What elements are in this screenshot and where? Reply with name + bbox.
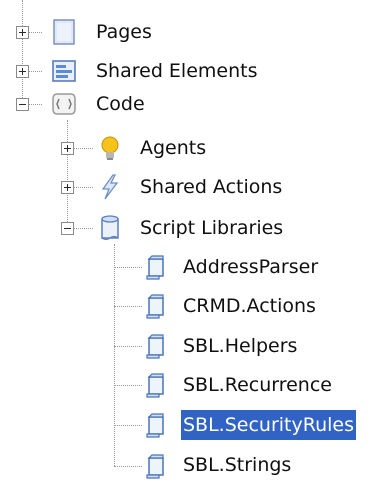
- script-icon: [146, 334, 164, 359]
- page-icon: [53, 19, 75, 45]
- tree-guide-line: [114, 425, 142, 426]
- tree-item-script[interactable]: SBL.Recurrence: [183, 370, 332, 400]
- tree-item-script-libraries[interactable]: Script Libraries: [140, 213, 283, 243]
- lightbulb-icon: [101, 136, 119, 160]
- tree-item-script[interactable]: SBL.Helpers: [183, 331, 297, 361]
- lightning-icon: [101, 174, 119, 200]
- tree-item-code[interactable]: Code: [96, 89, 145, 119]
- tree-guide-line: [114, 306, 142, 307]
- tree-guide-line: [114, 346, 142, 347]
- tree-item-agents[interactable]: Agents: [140, 133, 206, 163]
- tree-item-script[interactable]: SBL.Strings: [183, 450, 291, 480]
- script-icon: [146, 413, 164, 438]
- design-element-tree: Pages Shared Elements Code Agents Shared…: [0, 0, 390, 480]
- tree-item-shared-actions[interactable]: Shared Actions: [140, 172, 282, 202]
- tree-item-pages[interactable]: Pages: [96, 17, 152, 47]
- tree-item-script[interactable]: CRMD.Actions: [183, 291, 316, 321]
- script-icon: [146, 294, 164, 319]
- code-icon: [52, 93, 76, 115]
- tree-guide-line: [22, 0, 23, 104]
- collapse-code-toggle[interactable]: [16, 98, 29, 111]
- script-library-icon: [101, 215, 119, 241]
- script-icon: [146, 454, 164, 479]
- expand-shared-actions-toggle[interactable]: [61, 181, 74, 194]
- tree-item-shared-elements[interactable]: Shared Elements: [96, 56, 258, 86]
- tree-item-script-selected[interactable]: SBL.SecurityRules: [181, 410, 356, 440]
- tree-guide-line: [114, 267, 142, 268]
- tree-guide-line: [114, 466, 142, 467]
- collapse-script-libraries-toggle[interactable]: [61, 222, 74, 235]
- tree-guide-line: [67, 120, 68, 228]
- expand-pages-toggle[interactable]: [16, 26, 29, 39]
- script-icon: [146, 373, 164, 398]
- tree-guide-line: [114, 244, 115, 466]
- shared-elements-icon: [52, 60, 76, 82]
- expand-shared-elements-toggle[interactable]: [16, 65, 29, 78]
- expand-agents-toggle[interactable]: [61, 142, 74, 155]
- tree-guide-line: [114, 385, 142, 386]
- tree-item-script[interactable]: AddressParser: [183, 252, 318, 282]
- script-icon: [146, 255, 164, 280]
